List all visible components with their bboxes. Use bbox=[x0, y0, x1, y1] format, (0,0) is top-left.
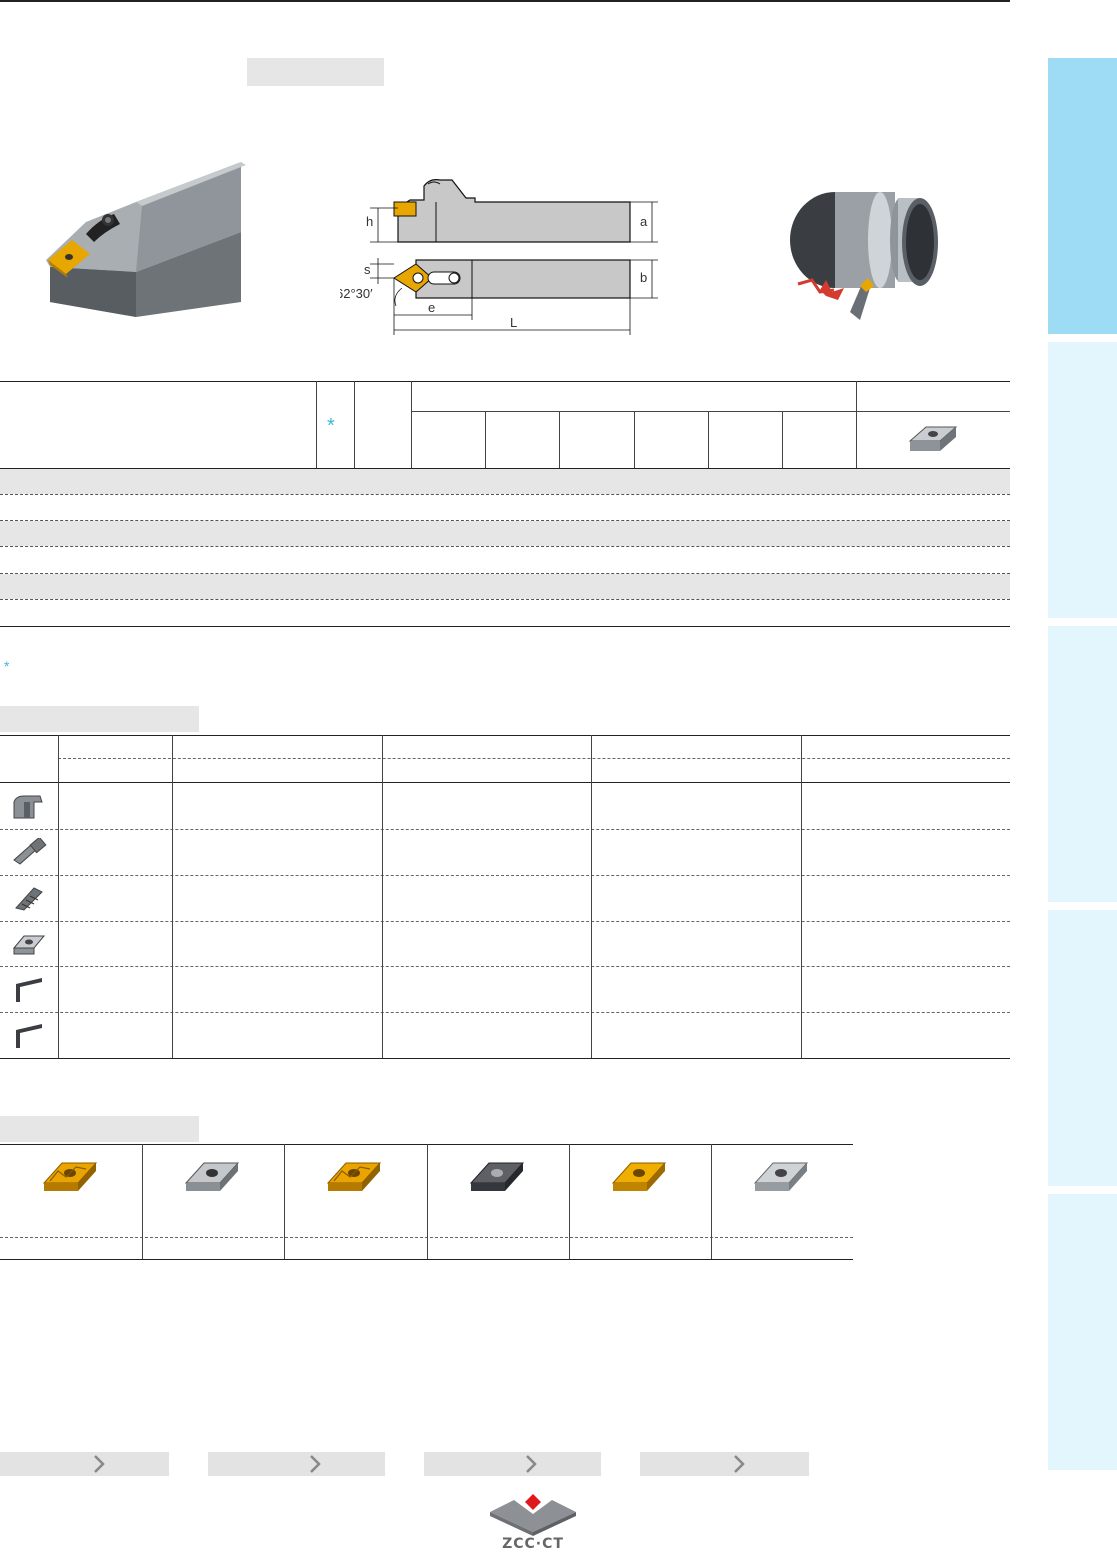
insert-item[interactable] bbox=[0, 1145, 141, 1237]
chevron-right-icon bbox=[310, 1455, 321, 1473]
hex-key-icon bbox=[16, 978, 42, 1002]
note-star-icon: * bbox=[327, 415, 335, 437]
product-table bbox=[0, 381, 1010, 627]
chevron-right-icon bbox=[734, 1455, 745, 1473]
shim-screw-icon bbox=[15, 887, 43, 911]
clamp-screw-icon bbox=[13, 838, 47, 865]
insert-plain-silver-icon bbox=[184, 1162, 240, 1191]
chevron-right-icon bbox=[94, 1455, 105, 1473]
clamp-icon bbox=[13, 795, 43, 819]
dimension-drawing: h a s b 62°30′ e L bbox=[336, 160, 660, 340]
side-tab-5[interactable] bbox=[1048, 1194, 1117, 1470]
insert-item[interactable] bbox=[569, 1145, 710, 1237]
dim-label-b: b bbox=[640, 270, 647, 285]
hex-key-icon bbox=[16, 1024, 42, 1048]
insert-item[interactable] bbox=[427, 1145, 568, 1237]
dim-label-s: s bbox=[364, 262, 371, 277]
zcc-ct-logo: ZCC·CT bbox=[488, 1492, 578, 1554]
side-tab-active[interactable] bbox=[1048, 58, 1117, 334]
dim-label-L: L bbox=[510, 315, 517, 330]
table-top-rule bbox=[0, 381, 1010, 382]
nav-button-4[interactable] bbox=[640, 1452, 809, 1476]
insert-plain-silver-icon bbox=[753, 1162, 809, 1191]
footnote-star-icon: * bbox=[4, 658, 10, 674]
insert-chipbreaker-gold-icon bbox=[42, 1162, 98, 1191]
shim-icon bbox=[12, 935, 46, 955]
dim-label-e: e bbox=[428, 300, 435, 315]
product-title-box bbox=[247, 58, 384, 86]
header-subrule bbox=[411, 411, 1010, 412]
inserts-section-header bbox=[0, 1116, 199, 1142]
insert-chipbreaker-gold-icon bbox=[326, 1162, 382, 1191]
insert-diamond-icon bbox=[908, 426, 958, 451]
insert-plain-gold-icon bbox=[611, 1162, 667, 1191]
parts-section-header bbox=[0, 706, 199, 732]
nav-button-1[interactable] bbox=[0, 1452, 169, 1476]
side-tab-3[interactable] bbox=[1048, 626, 1117, 902]
dim-label-angle: 62°30′ bbox=[340, 286, 373, 301]
chevron-right-icon bbox=[526, 1455, 537, 1473]
side-tab-4[interactable] bbox=[1048, 910, 1117, 1186]
nav-button-3[interactable] bbox=[424, 1452, 601, 1476]
insert-item[interactable] bbox=[284, 1145, 425, 1237]
top-rule bbox=[0, 0, 1010, 2]
logo-mark-icon bbox=[490, 1494, 576, 1536]
dim-label-h: h bbox=[366, 214, 373, 229]
insert-plain-dark-icon bbox=[469, 1162, 525, 1191]
side-tab-2[interactable] bbox=[1048, 342, 1117, 618]
nav-button-2[interactable] bbox=[208, 1452, 385, 1476]
insert-item[interactable] bbox=[711, 1145, 852, 1237]
tool-holder-image bbox=[46, 162, 246, 317]
logo-text: ZCC·CT bbox=[502, 1536, 564, 1552]
dim-label-a: a bbox=[640, 214, 648, 229]
machining-illustration bbox=[780, 180, 945, 330]
insert-item[interactable] bbox=[142, 1145, 283, 1237]
